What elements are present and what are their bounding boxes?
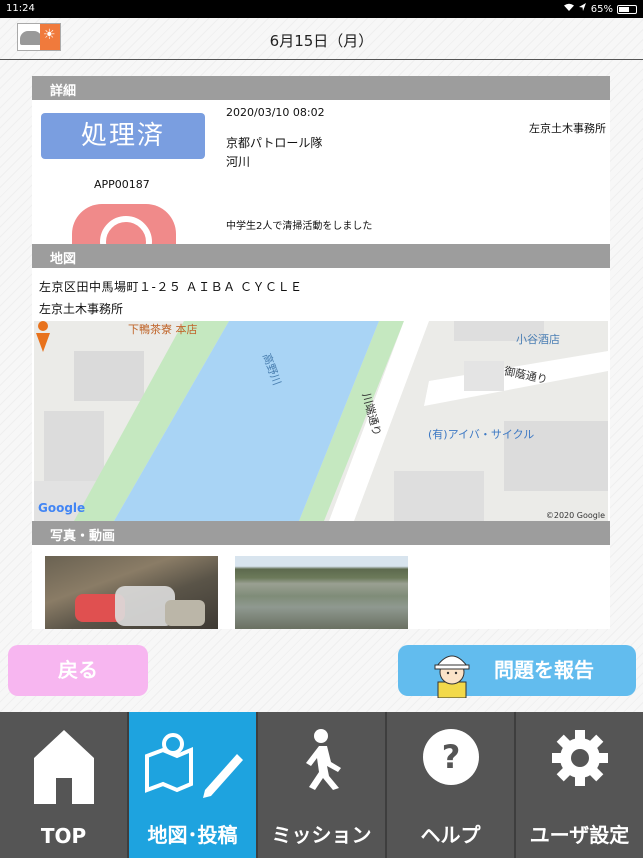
location-map[interactable]: 下鴨茶寮 本店 高野川 小谷酒店 御蔭通り 川端通り (有)アイバ・サイクル G… [34, 321, 608, 521]
report-team: 京都パトロール隊 [226, 136, 323, 150]
report-datetime: 2020/03/10 08:02 [226, 106, 325, 119]
photo-thumbnail-1[interactable] [45, 556, 218, 629]
tab-label-top: TOP [40, 824, 87, 848]
photo-thumbnail-2[interactable] [235, 556, 408, 629]
tab-help[interactable]: ? ヘルプ [387, 712, 516, 858]
question-icon: ? [422, 729, 479, 785]
svg-text:?: ? [441, 738, 460, 776]
tab-label-help: ヘルプ [420, 823, 481, 847]
status-bar: 11:24 65% [0, 0, 643, 18]
detail-section-header: 詳細 [32, 76, 610, 100]
back-button[interactable]: 戻る [8, 645, 148, 696]
report-category: 河川 [226, 155, 251, 169]
location-pin-icon [36, 321, 50, 352]
tab-top[interactable]: TOP [0, 712, 129, 858]
tab-mission[interactable]: ミッション [258, 712, 387, 858]
map-office: 左京土木事務所 [39, 302, 124, 316]
map-label-cycle-shop: (有)アイバ・サイクル [428, 428, 535, 441]
tab-label-mission: ミッション [271, 823, 372, 847]
gear-icon [551, 730, 608, 786]
report-comment: 中学生2人で清掃活動をしました [226, 221, 373, 232]
battery-icon [617, 4, 637, 14]
location-arrow-icon [578, 3, 587, 15]
map-label-liquor-store: 小谷酒店 [516, 333, 560, 346]
bottom-tab-bar: TOP 地図･投稿 ミッション ? ヘルプ ユーザ設定 [0, 712, 643, 858]
status-time: 11:24 [6, 3, 35, 14]
map-pencil-icon [144, 733, 243, 798]
media-section-header: 写真・動画 [32, 521, 610, 545]
map-copyright: ©2020 Google [545, 511, 605, 520]
status-right: 65% [563, 3, 637, 15]
map-section-header: 地図 [32, 244, 610, 268]
tab-label-user-settings: ユーザ設定 [529, 823, 630, 847]
status-badge: 処理済 [41, 113, 205, 159]
tab-map-post[interactable]: 地図･投稿 [129, 712, 258, 858]
battery-percent: 65% [590, 3, 613, 15]
home-icon [33, 730, 94, 804]
walking-person-icon [305, 729, 341, 790]
tab-label-map-post: 地図･投稿 [147, 823, 238, 847]
report-office: 左京土木事務所 [529, 122, 606, 135]
google-logo: Google [38, 501, 86, 515]
report-address: 左京区田中馬場町１-２５ ＡＩＢＡ ＣＹＣＬＥ [39, 280, 303, 294]
worker-helmet-icon [434, 655, 470, 698]
report-card: 詳細 処理済 APP00187 2020/03/10 08:02 左京土木事務所… [32, 76, 610, 629]
page-title: 6月15日（月） [269, 32, 374, 50]
tab-user-settings[interactable]: ユーザ設定 [516, 712, 643, 858]
map-label-tea-shop: 下鴨茶寮 本店 [128, 323, 198, 336]
app-header: 6月15日（月） [0, 18, 643, 60]
wifi-icon [563, 3, 575, 15]
report-id: APP00187 [94, 178, 150, 191]
